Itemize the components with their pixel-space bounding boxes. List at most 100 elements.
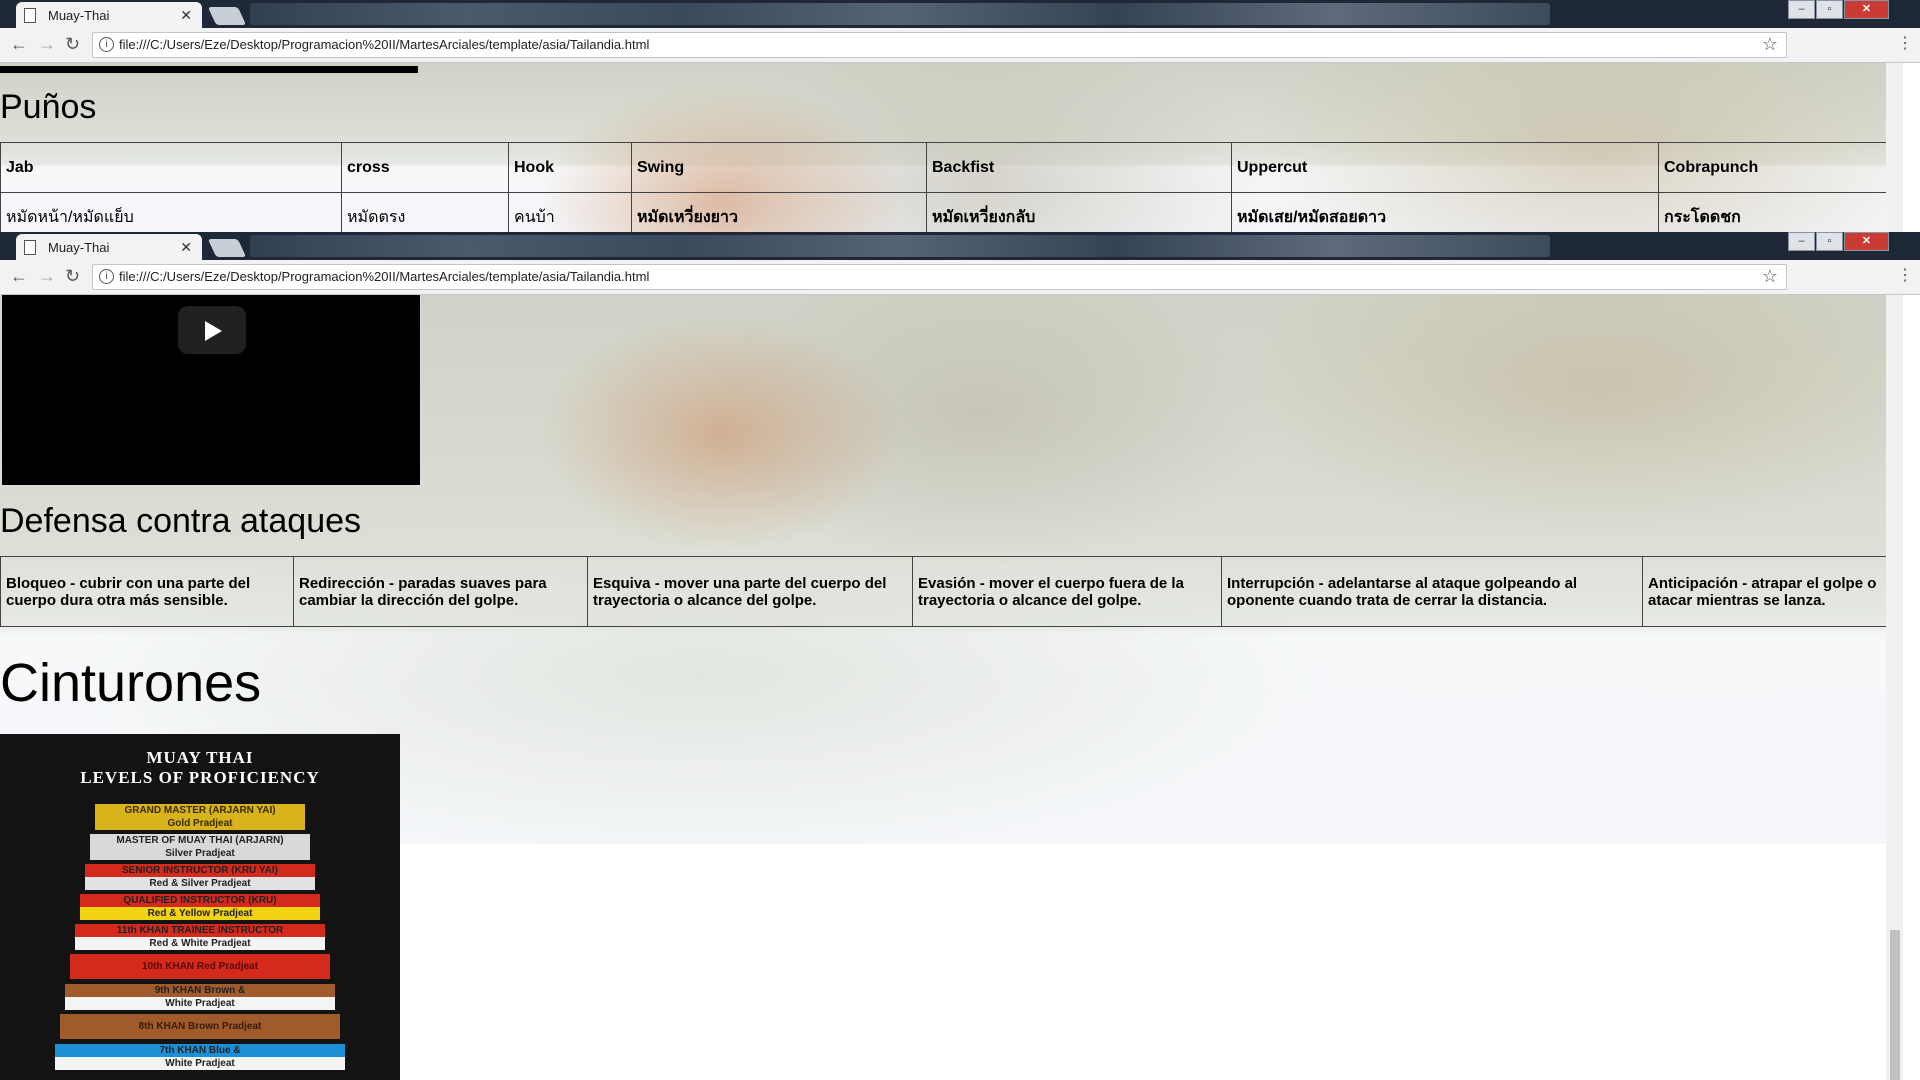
belt-level-pradjeat: White Pradjeat (65, 997, 335, 1010)
window-controls: – ▫ ✕ (1787, 232, 1889, 251)
page-icon (24, 7, 36, 23)
back-button[interactable]: ← (10, 34, 28, 55)
belt-level-pradjeat: Gold Pradjeat (95, 817, 305, 830)
close-tab-icon[interactable]: ✕ (180, 7, 192, 24)
belt-level-pradjeat: Silver Pradjeat (90, 847, 310, 860)
back-button[interactable]: ← (10, 266, 28, 287)
punos-thai-cell: หมัดเหวี่ยงยาว (631, 192, 927, 232)
belt-level-pradjeat: Red & Yellow Pradjeat (80, 907, 320, 920)
belt-level-pradjeat: White Pradjeat (55, 1057, 345, 1070)
punos-thai-cell: กระโดดชก (1658, 192, 1903, 232)
punos-header-cell: Uppercut (1231, 142, 1659, 193)
belt-level-title: 10th KHAN Red Pradjeat (70, 954, 330, 979)
punos-heading: Puños (0, 88, 97, 126)
url-text: file:///C:/Users/Eze/Desktop/Programacio… (119, 269, 650, 284)
background-tabs (250, 235, 1550, 257)
browser-window-top: Muay-Thai ✕ – ▫ ✕ ← → ↻ i file:///C:/Use… (0, 0, 1920, 63)
belt-level-title: GRAND MASTER (ARJARN YAI) (95, 804, 305, 817)
defensa-cell: Interrupción - adelantarse al ataque gol… (1221, 556, 1643, 627)
punos-header-cell: Cobrapunch (1658, 142, 1903, 193)
poster-title-line2: LEVELS OF PROFICIENCY (80, 768, 320, 787)
belt-levels-poster: MUAY THAI LEVELS OF PROFICIENCY GRAND MA… (0, 734, 400, 1080)
defensa-cell: Esquiva - mover una parte del cuerpo del… (587, 556, 913, 627)
defensa-row: Bloqueo - cubrir con una parte del cuerp… (0, 556, 1903, 627)
close-window-button[interactable]: ✕ (1844, 0, 1889, 19)
tab-muay-thai[interactable]: Muay-Thai ✕ (16, 234, 202, 260)
maximize-button[interactable]: ▫ (1816, 232, 1843, 251)
belt-level: 8th KHAN Brown Pradjeat (60, 1014, 340, 1039)
reload-button[interactable]: ↻ (65, 34, 80, 55)
address-bar[interactable]: i file:///C:/Users/Eze/Desktop/Programac… (92, 32, 1787, 58)
minimize-button[interactable]: – (1788, 0, 1815, 19)
belt-level: QUALIFIED INSTRUCTOR (KRU) Red & Yellow P… (80, 894, 320, 920)
punos-thai-cell: คนบ้า (508, 192, 632, 232)
defensa-cell: Anticipación - atrapar el golpe o atacar… (1642, 556, 1903, 627)
tab-muay-thai[interactable]: Muay-Thai ✕ (16, 2, 202, 28)
play-button-icon[interactable] (178, 306, 246, 354)
tab-strip: Muay-Thai ✕ – ▫ ✕ (0, 232, 1920, 260)
url-text: file:///C:/Users/Eze/Desktop/Programacio… (119, 37, 650, 52)
tab-title: Muay-Thai (48, 7, 110, 23)
defensa-cell: Redirección - paradas suaves para cambia… (293, 556, 588, 627)
close-window-button[interactable]: ✕ (1844, 232, 1889, 251)
reload-button[interactable]: ↻ (65, 266, 80, 287)
new-tab-button[interactable] (207, 7, 247, 25)
belt-level-pradjeat: Red & Silver Pradjeat (85, 877, 315, 890)
browser-toolbar: ← → ↻ i file:///C:/Users/Eze/Desktop/Pro… (0, 260, 1920, 295)
forward-button[interactable]: → (38, 34, 56, 55)
close-tab-icon[interactable]: ✕ (180, 239, 192, 256)
video-bottom-edge (0, 66, 418, 73)
address-bar[interactable]: i file:///C:/Users/Eze/Desktop/Programac… (92, 264, 1787, 290)
scrollbar-thumb[interactable] (1890, 930, 1900, 1080)
punos-header-cell: cross (341, 142, 509, 193)
belt-level: 7th KHAN Blue & White Pradjeat (55, 1044, 345, 1070)
new-tab-button[interactable] (207, 239, 247, 257)
belt-level-title: 9th KHAN Brown & (65, 984, 335, 997)
browser-toolbar: ← → ↻ i file:///C:/Users/Eze/Desktop/Pro… (0, 28, 1920, 63)
belt-level-pradjeat: Red & White Pradjeat (75, 937, 325, 950)
defensa-cell: Evasión - mover el cuerpo fuera de la tr… (912, 556, 1222, 627)
tab-strip: Muay-Thai ✕ – ▫ ✕ (0, 0, 1920, 28)
belt-level-title: 7th KHAN Blue & (55, 1044, 345, 1057)
belt-level: MASTER OF MUAY THAI (ARJARN) Silver Pradj… (90, 834, 310, 860)
belt-level-title: QUALIFIED INSTRUCTOR (KRU) (80, 894, 320, 907)
maximize-button[interactable]: ▫ (1816, 0, 1843, 19)
info-icon[interactable]: i (99, 37, 114, 52)
background-tabs (250, 3, 1550, 25)
page-viewport-top: Puños Jab cross Hook Swing Backfist Uppe… (0, 62, 1903, 232)
bookmark-star-icon[interactable]: ☆ (1762, 266, 1778, 287)
belt-level-title: 11th KHAN TRAINEE INSTRUCTOR (75, 924, 325, 937)
scrollbar[interactable] (1886, 294, 1903, 1080)
punos-header-cell: Hook (508, 142, 632, 193)
page-icon (24, 239, 36, 255)
minimize-button[interactable]: – (1788, 232, 1815, 251)
info-icon[interactable]: i (99, 269, 114, 284)
belt-level: SENIOR INSTRUCTOR (KRU YAI) Red & Silver … (85, 864, 315, 890)
window-controls: – ▫ ✕ (1787, 0, 1889, 19)
defensa-table: Bloqueo - cubrir con una parte del cuerp… (0, 556, 1903, 627)
poster-title-line1: MUAY THAI (146, 748, 254, 767)
bookmark-star-icon[interactable]: ☆ (1762, 34, 1778, 55)
belt-level: 10th KHAN Red Pradjeat (70, 954, 330, 979)
punos-header-cell: Swing (631, 142, 927, 193)
punos-thai-cell: หมัดหน้า/หมัดแย็บ (0, 192, 342, 232)
tab-title: Muay-Thai (48, 239, 110, 255)
belt-level: GRAND MASTER (ARJARN YAI) Gold Pradjeat (95, 804, 305, 830)
cinturones-heading: Cinturones (0, 653, 262, 713)
browser-menu-icon[interactable]: ⋮ (1897, 33, 1913, 53)
page-viewport-bottom: Defensa contra ataques Bloqueo - cubrir … (0, 294, 1903, 1080)
belt-level-title: 8th KHAN Brown Pradjeat (60, 1014, 340, 1039)
belt-level: 11th KHAN TRAINEE INSTRUCTOR Red & White … (75, 924, 325, 950)
punos-thai-cell: หมัดเหวี่ยงกลับ (926, 192, 1232, 232)
youtube-video-player[interactable] (1, 294, 421, 486)
punos-thai-row: หมัดหน้า/หมัดแย็บ หมัดตรง คนบ้า หมัดเหวี… (0, 192, 1903, 232)
browser-menu-icon[interactable]: ⋮ (1897, 265, 1913, 285)
defensa-heading: Defensa contra ataques (0, 502, 362, 540)
forward-button[interactable]: → (38, 266, 56, 287)
belt-level: 9th KHAN Brown & White Pradjeat (65, 984, 335, 1010)
punos-header-cell: Jab (0, 142, 342, 193)
scrollbar[interactable] (1886, 62, 1903, 232)
defensa-cell: Bloqueo - cubrir con una parte del cuerp… (0, 556, 294, 627)
punos-header-cell: Backfist (926, 142, 1232, 193)
punos-thai-cell: หมัดเสย/หมัดสอยดาว (1231, 192, 1659, 232)
